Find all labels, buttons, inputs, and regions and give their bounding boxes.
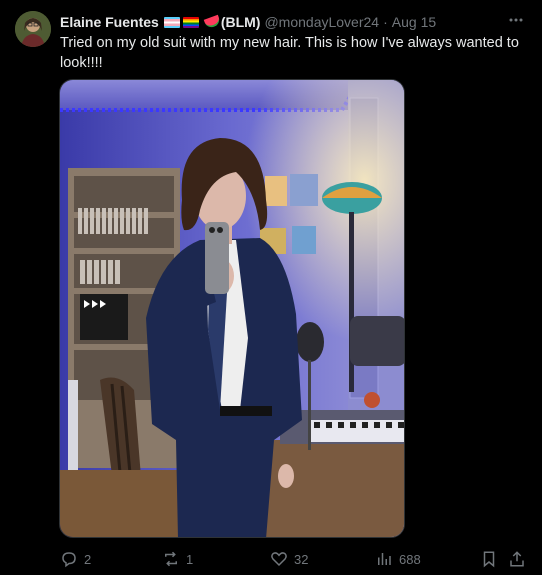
- reply-button[interactable]: 2: [60, 546, 91, 572]
- avatar-image: [15, 11, 51, 47]
- bookmark-button[interactable]: [480, 546, 498, 572]
- views-button[interactable]: 688: [375, 546, 421, 572]
- like-icon: [271, 552, 287, 567]
- share-icon: [510, 551, 524, 567]
- reply-count: 2: [84, 551, 92, 567]
- tweet-header: Elaine Fuentes (BLM) @mondayLover24 · Au…: [60, 12, 502, 32]
- repost-count: 1: [186, 551, 194, 567]
- avatar[interactable]: [15, 11, 51, 47]
- transgender-flag-icon: [163, 16, 180, 28]
- more-icon[interactable]: [508, 12, 524, 28]
- tweet: Elaine Fuentes (BLM) @mondayLover24 · Au…: [0, 0, 542, 575]
- author-suffix[interactable]: (BLM): [221, 14, 261, 30]
- like-count: 32: [294, 551, 309, 567]
- repost-icon: [165, 551, 177, 567]
- photo-image: [60, 80, 404, 537]
- author-name[interactable]: Elaine Fuentes: [60, 14, 159, 30]
- author-handle[interactable]: @mondayLover24: [264, 14, 379, 30]
- tweet-text: Tried on my old suit with my new hair. T…: [60, 35, 519, 71]
- views-count: 688: [399, 551, 421, 567]
- reply-icon: [62, 552, 76, 568]
- bookmark-icon: [483, 551, 495, 568]
- views-icon: [378, 553, 391, 565]
- watermelon-icon: [203, 14, 222, 30]
- repost-button[interactable]: 1: [162, 546, 193, 572]
- rainbow-flag-icon: [182, 16, 199, 28]
- tweet-photo[interactable]: [59, 79, 405, 538]
- action-bar: 2 1 32 688: [0, 546, 542, 572]
- like-button[interactable]: 32: [270, 546, 308, 572]
- share-button[interactable]: [508, 546, 526, 572]
- post-date[interactable]: Aug 15: [392, 14, 436, 30]
- separator-dot: ·: [383, 14, 388, 30]
